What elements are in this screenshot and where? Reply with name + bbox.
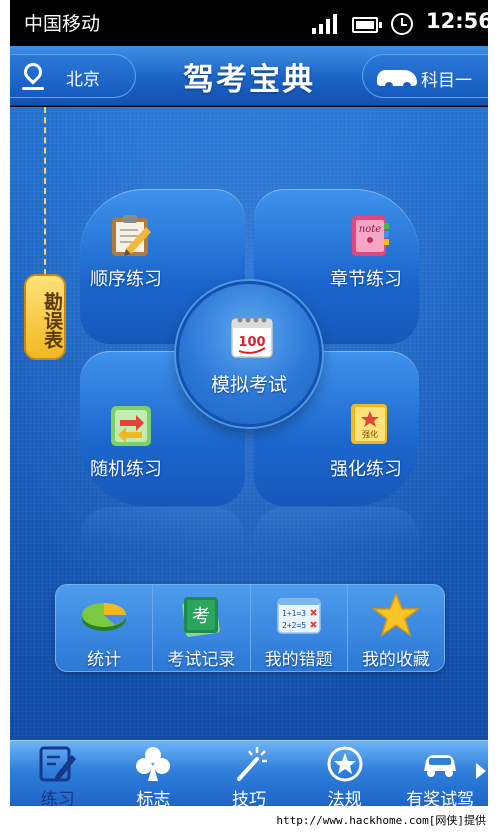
my-favorites-button[interactable]: 我的收藏 — [348, 585, 444, 671]
app-header: 北京 驾考宝典 科目一 — [10, 46, 488, 106]
tab-test-drive[interactable]: 有奖试驾 — [392, 741, 488, 810]
intensive-practice-label: 强化练习 — [330, 459, 402, 480]
battery-icon — [352, 17, 382, 33]
math-card-icon: 1+1=3 2+2=5 — [276, 598, 321, 634]
status-bar: 中国移动 12:56 — [10, 0, 493, 46]
footer-watermark-area: http://www.hackhome.com[网侠]提供 — [0, 806, 498, 834]
tile-reflection-left — [80, 507, 245, 547]
tab-regulations[interactable]: 法规 — [297, 741, 393, 810]
notebook-icon: note — [352, 216, 389, 256]
subject-label: 科目一 — [421, 71, 472, 91]
carrier-name: 中国移动 — [24, 13, 101, 35]
car-icon — [424, 755, 457, 777]
main-content: 勘误表 顺序练习 note 章节练习 随机练习 强化 强化练习 100 模拟考试… — [10, 107, 488, 740]
exam-card-icon: 考 — [182, 597, 221, 637]
my-favorites-label: 我的收藏 — [361, 650, 430, 670]
errata-button[interactable]: 勘误表 — [24, 274, 66, 360]
city-label: 北京 — [66, 70, 100, 90]
svg-text:1+1=3: 1+1=3 — [282, 609, 306, 618]
city-selector-button[interactable]: 北京 — [10, 54, 136, 98]
mock-exam-label: 模拟考试 — [210, 374, 287, 396]
car-icon — [377, 70, 417, 90]
svg-text:强化: 强化 — [362, 429, 378, 439]
pie-chart-icon — [82, 603, 127, 631]
tab-signs[interactable]: 标志 — [106, 741, 202, 810]
svg-text:100: 100 — [238, 335, 265, 350]
mock-exam-button[interactable]: 100 模拟考试 — [176, 281, 322, 427]
edit-icon — [39, 746, 76, 782]
statistics-button[interactable]: 统计 — [56, 585, 154, 671]
errata-hanging-string — [44, 107, 46, 275]
subject-selector-button[interactable]: 科目一 — [362, 54, 488, 98]
tab-practice[interactable]: 练习 — [10, 741, 106, 810]
statistics-label: 统计 — [87, 650, 122, 670]
errata-label: 勘误表 — [41, 291, 63, 349]
tab-tips[interactable]: 技巧 — [201, 741, 297, 810]
my-mistakes-button[interactable]: 1+1=3 2+2=5 我的错题 — [251, 585, 348, 671]
location-pin-icon — [20, 59, 46, 85]
scroll-right-arrow-icon[interactable] — [476, 763, 486, 779]
club-icon — [136, 747, 171, 781]
signal-icon — [312, 14, 338, 34]
svg-text:note: note — [359, 224, 381, 235]
watermark-text: http://www.hackhome.com[网侠]提供 — [276, 814, 486, 827]
location-pin-base — [22, 87, 44, 90]
svg-text:2+2=5: 2+2=5 — [282, 621, 306, 630]
calendar-100-icon: 100 — [231, 317, 273, 358]
exam-record-label: 考试记录 — [167, 650, 236, 670]
shuffle-icon — [111, 406, 151, 446]
alarm-clock-icon — [391, 13, 413, 35]
my-mistakes-label: 我的错题 — [264, 650, 333, 670]
bottom-tab-bar: 练习 标志 技巧 法规 有奖试驾 — [10, 740, 488, 810]
star-book-icon: 强化 — [351, 404, 387, 444]
clipboard-pencil-icon — [112, 215, 151, 256]
clock-time: 12:56 — [426, 9, 493, 33]
star-icon — [371, 591, 421, 637]
chapter-practice-label: 章节练习 — [330, 269, 402, 290]
quick-access-bar: 统计 考 考试记录 1+1=3 2+2=5 我的错题 我的收藏 — [55, 584, 445, 672]
svg-text:考: 考 — [192, 606, 210, 627]
exam-record-button[interactable]: 考 考试记录 — [153, 585, 251, 671]
badge-star-icon — [327, 746, 363, 782]
sequential-practice-label: 顺序练习 — [90, 269, 162, 290]
magic-wand-icon — [236, 747, 267, 781]
tile-reflection-right — [254, 507, 419, 547]
random-practice-label: 随机练习 — [90, 459, 162, 480]
